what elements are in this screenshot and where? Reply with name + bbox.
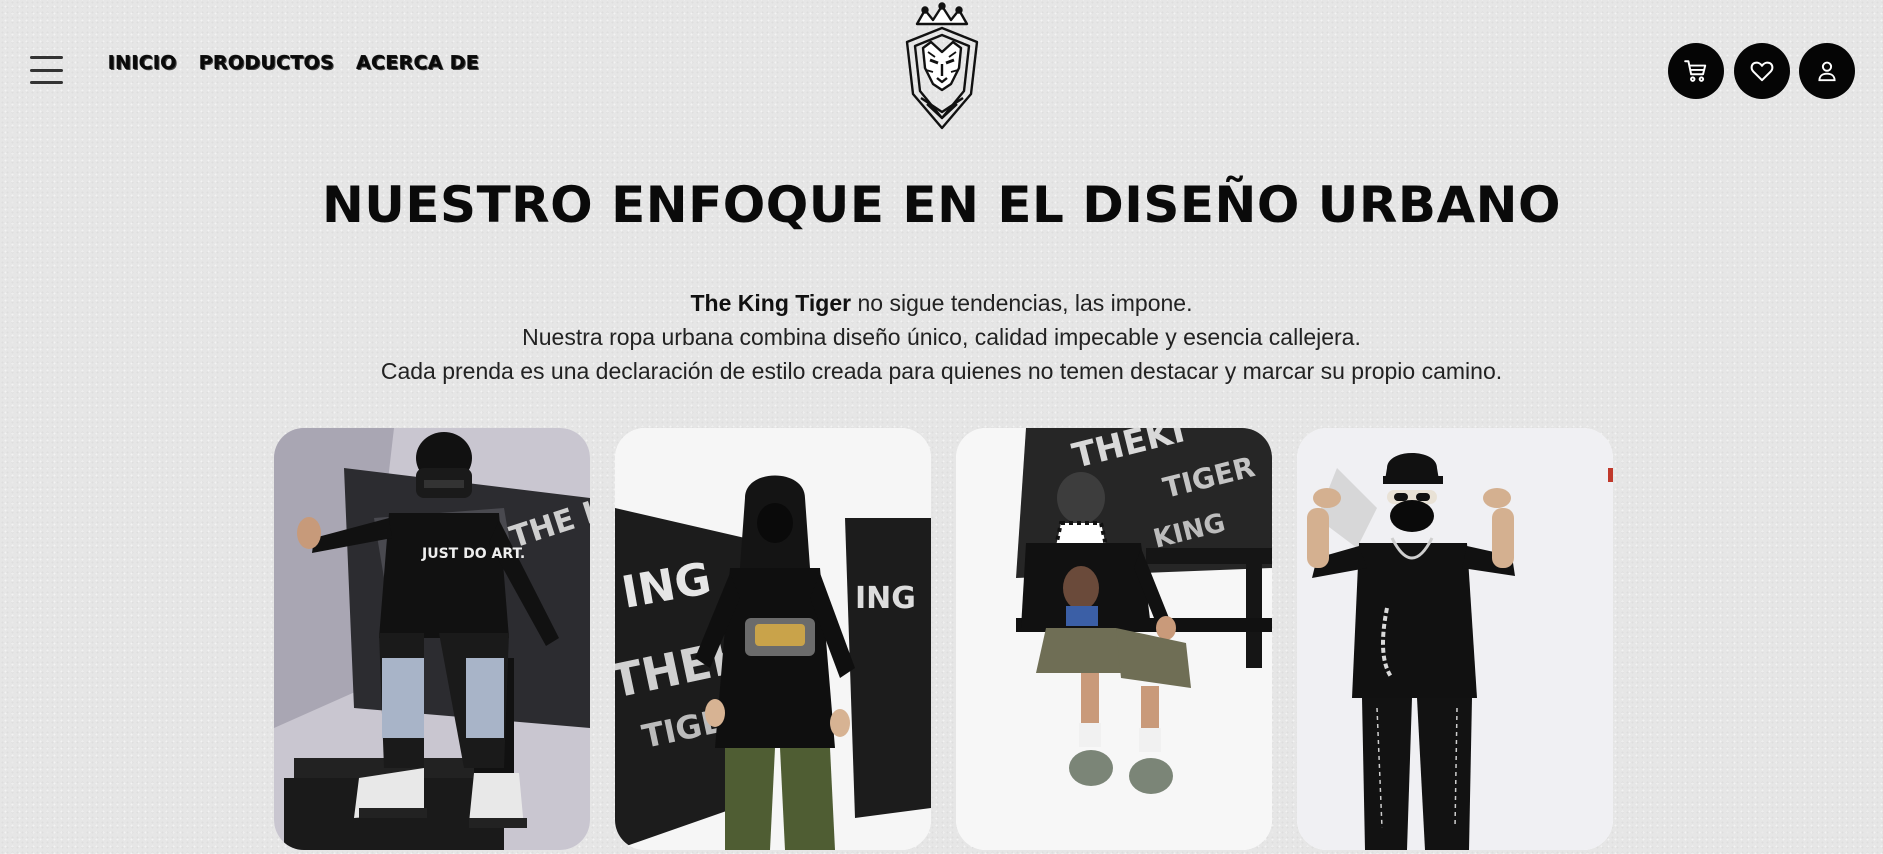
nav-link-inicio[interactable]: INICIO [108,52,177,74]
heart-icon [1750,61,1774,82]
cart-icon [1684,60,1707,82]
account-button[interactable] [1799,43,1855,99]
gallery: THE KING TIGER JUST DO ART. [274,428,1613,850]
hamburger-menu-icon[interactable] [30,56,63,84]
nav-link-productos[interactable]: PRODUCTOS [199,52,334,74]
king-tiger-logo[interactable] [895,2,989,132]
shirt-text: JUST DO ART. [421,546,525,562]
svg-text:ING: ING [855,581,916,616]
main-nav: INICIO PRODUCTOS ACERCA DE [108,52,479,74]
nav-link-acerca-de[interactable]: ACERCA DE [356,52,479,74]
gallery-card-2[interactable]: ING THEKI TIGER ING [615,428,931,850]
gallery-card-3[interactable]: THEKI TIGER KING [956,428,1272,850]
gallery-card-1[interactable]: THE KING TIGER JUST DO ART. [274,428,590,850]
cart-button[interactable] [1668,43,1724,99]
gallery-card-4[interactable] [1297,428,1613,850]
section-title: NUESTRO ENFOQUE EN EL DISEÑO URBANO [321,176,1562,234]
intro-line-3: Cada prenda es una declaración de estilo… [380,358,1503,384]
favorites-button[interactable] [1734,43,1790,99]
user-icon [1818,61,1836,82]
brand-name: The King Tiger [690,290,852,316]
intro-line-2: Nuestra ropa urbana combina diseño único… [522,324,1361,350]
section-intro: The King Tiger no sigue tendencias, las … [0,286,1883,388]
intro-line-1: The King Tiger no sigue tendencias, las … [690,290,1193,316]
site-header: INICIO PRODUCTOS ACERCA DE [0,0,1883,135]
